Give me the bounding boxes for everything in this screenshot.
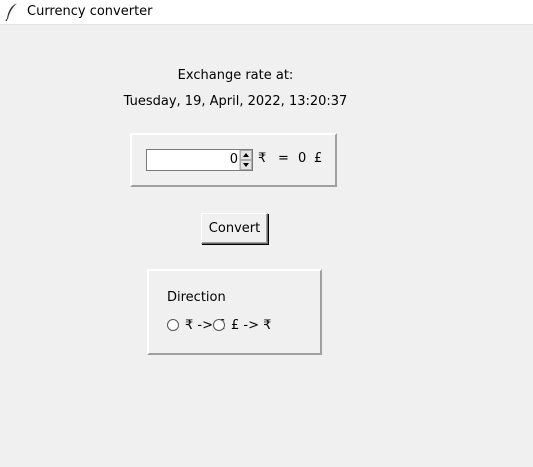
radio-button-icon[interactable] [213, 319, 225, 331]
radio-pound-to-rupee[interactable]: £ -> ₹ [213, 317, 271, 333]
exchange-rate-label: Exchange rate at: [177, 68, 294, 83]
radio-label[interactable]: £ -> ₹ [231, 318, 271, 333]
spin-up-icon[interactable] [240, 150, 252, 160]
equals-sign: = [278, 151, 289, 166]
convert-button[interactable]: Convert [201, 213, 268, 244]
direction-frame: Direction ₹ -> £ £ -> ₹ [147, 269, 322, 355]
app-window: Currency converter Exchange rate at: Tue… [0, 0, 533, 467]
amount-value[interactable]: 0 [230, 152, 238, 167]
result-value: 0 [298, 151, 307, 166]
radio-button-icon[interactable] [167, 319, 179, 331]
from-currency-symbol: ₹ [258, 151, 267, 166]
spinbox-arrows[interactable] [239, 150, 252, 170]
feather-icon [5, 2, 18, 22]
title-bar[interactable]: Currency converter [0, 0, 533, 25]
conversion-frame: 0 ₹ = 0 £ [130, 133, 337, 187]
spin-down-icon[interactable] [240, 160, 252, 170]
to-currency-symbol: £ [314, 151, 323, 166]
window-title: Currency converter [27, 4, 153, 19]
direction-label: Direction [167, 290, 226, 305]
timestamp-label: Tuesday, 19, April, 2022, 13:20:37 [123, 94, 348, 109]
amount-spinbox[interactable]: 0 [146, 149, 253, 171]
